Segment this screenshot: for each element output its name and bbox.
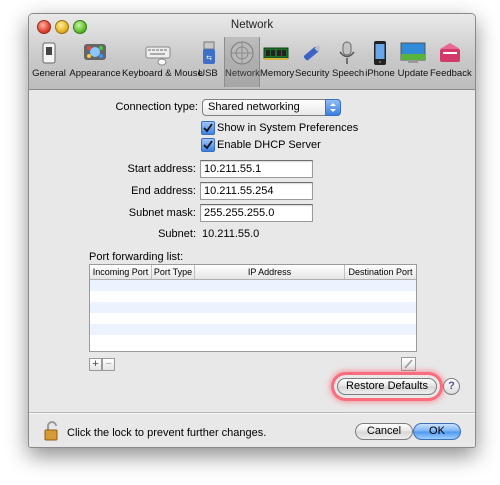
preferences-toolbar: General Appearance Keyboard & Mouse ⇆ US…	[31, 37, 473, 87]
start-address-field[interactable]: 10.211.55.1	[200, 160, 313, 178]
chevron-updown-icon	[325, 99, 341, 116]
connection-type-popup[interactable]: Shared networking	[202, 99, 341, 116]
preferences-window: Network General Appearance Keyboard & Mo…	[28, 13, 476, 448]
table-header: Incoming Port Port Type IP Address Desti…	[90, 265, 416, 280]
update-icon	[400, 40, 426, 66]
table-row[interactable]	[90, 313, 416, 324]
iphone-icon	[367, 40, 393, 66]
start-address-label: Start address:	[127, 163, 196, 175]
toolbar-general[interactable]: General	[31, 37, 67, 87]
toolbar-speech[interactable]: Speech	[332, 37, 365, 87]
toolbar-label: USB	[198, 68, 218, 79]
toolbar-iphone[interactable]: iPhone	[365, 37, 395, 87]
table-row[interactable]	[90, 280, 416, 291]
toolbar-label: Update	[397, 68, 429, 79]
column-header[interactable]: Incoming Port	[90, 265, 152, 279]
add-port-button[interactable]: +	[89, 358, 102, 371]
lock-text: Click the lock to prevent further change…	[67, 427, 267, 439]
toolbar-feedback[interactable]: Feedback	[430, 37, 472, 87]
toolbar-security[interactable]: Security	[295, 37, 329, 87]
network-icon	[229, 40, 255, 66]
column-header[interactable]: Port Type	[152, 265, 195, 279]
end-address-field[interactable]: 10.211.55.254	[200, 182, 313, 200]
toolbar-keyboard-mouse[interactable]: Keyboard & Mouse	[122, 37, 203, 87]
subnet-mask-label: Subnet mask:	[128, 207, 196, 219]
table-row[interactable]	[90, 335, 416, 346]
divider	[29, 412, 475, 414]
microphone-icon	[334, 40, 360, 66]
toolbar-label: Feedback	[430, 68, 472, 79]
subnet-value: 10.211.55.0	[202, 228, 260, 240]
table-row[interactable]	[90, 291, 416, 302]
table-row[interactable]	[90, 324, 416, 335]
toolbar-label: Speech	[332, 68, 365, 79]
network-pane: Connection type: Shared networking Show …	[29, 90, 475, 447]
ok-button[interactable]: OK	[413, 423, 461, 440]
title-bar: Network General Appearance Keyboard & Mo…	[29, 14, 475, 90]
window-title: Network	[230, 19, 274, 31]
feedback-icon	[437, 40, 463, 66]
end-address-label: End address:	[131, 185, 196, 197]
subnet-label: Subnet:	[158, 228, 196, 240]
toolbar-label: Keyboard & Mouse	[122, 68, 203, 79]
subnet-mask-field[interactable]: 255.255.255.0	[200, 204, 313, 222]
toolbar-appearance[interactable]: Appearance	[69, 37, 121, 87]
toolbar-label: iPhone	[365, 68, 395, 79]
show-in-prefs-label: Show in System Preferences	[217, 122, 359, 134]
edit-port-button[interactable]	[401, 357, 416, 371]
keyboard-icon	[145, 40, 171, 66]
connection-type-label: Connection type:	[115, 101, 198, 113]
port-forwarding-table[interactable]: Incoming Port Port Type IP Address Desti…	[89, 264, 417, 352]
column-header[interactable]: IP Address	[195, 265, 345, 279]
svg-text:⇆: ⇆	[206, 55, 212, 62]
cancel-button[interactable]: Cancel	[355, 423, 413, 440]
toolbar-label: Memory	[260, 68, 295, 79]
memory-chip-icon	[263, 40, 289, 66]
pencil-icon	[404, 359, 413, 369]
toolbar-update[interactable]: Update	[397, 37, 429, 87]
toolbar-label: Security	[295, 68, 330, 79]
enable-dhcp-checkbox[interactable]	[201, 138, 215, 152]
toolbar-label: General	[32, 68, 66, 79]
toolbar-usb[interactable]: ⇆ USB	[196, 37, 220, 87]
connection-type-value: Shared networking	[208, 101, 300, 113]
column-header[interactable]: Destination Port	[345, 265, 416, 279]
toolbar-label: Network	[225, 68, 260, 79]
enable-dhcp-label: Enable DHCP Server	[217, 139, 321, 151]
checkmark-icon	[203, 140, 213, 150]
help-button[interactable]: ?	[443, 378, 460, 395]
security-key-icon	[299, 40, 325, 66]
table-row[interactable]	[90, 302, 416, 313]
toolbar-label: Appearance	[69, 68, 121, 79]
restore-defaults-button[interactable]: Restore Defaults	[337, 378, 437, 395]
lock-icon[interactable]	[43, 420, 61, 442]
toolbar-network[interactable]: Network	[224, 37, 260, 87]
checkmark-icon	[203, 123, 213, 133]
port-forwarding-title: Port forwarding list:	[89, 251, 184, 263]
show-in-prefs-checkbox[interactable]	[201, 121, 215, 135]
general-switch-icon	[36, 40, 62, 66]
remove-port-button[interactable]: −	[102, 358, 115, 371]
appearance-icon	[82, 40, 108, 66]
toolbar-memory[interactable]: Memory	[260, 37, 295, 87]
usb-icon: ⇆	[196, 40, 222, 66]
restore-defaults-highlight: Restore Defaults	[334, 375, 440, 398]
